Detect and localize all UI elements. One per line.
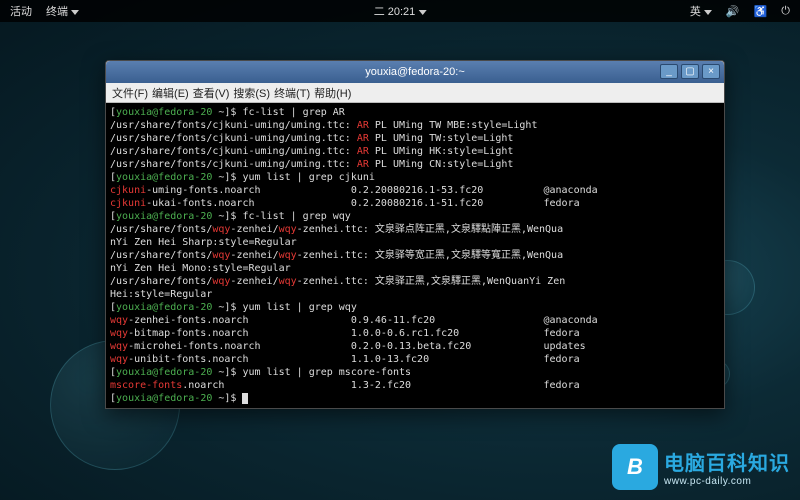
window-titlebar[interactable]: youxia@fedora-20:~ _ ▢ × [106,61,724,83]
terminal-output[interactable]: [youxia@fedora-20 ~]$ fc-list | grep AR … [106,103,724,408]
menu-file[interactable]: 文件(F) [112,85,148,101]
menu-terminal[interactable]: 终端(T) [274,85,310,101]
maximize-button[interactable]: ▢ [681,64,699,79]
window-title: youxia@fedora-20:~ [365,66,465,78]
menu-search[interactable]: 搜索(S) [233,85,270,101]
chevron-down-icon [71,10,79,15]
watermark-title: 电脑百科知识 [664,447,790,476]
watermark: B 电脑百科知识 www.pc-daily.com [612,444,790,490]
power-icon[interactable]: ⏻ [781,5,790,18]
watermark-url: www.pc-daily.com [664,476,790,487]
terminal-window: youxia@fedora-20:~ _ ▢ × 文件(F) 编辑(E) 查看(… [105,60,725,409]
minimize-button[interactable]: _ [660,64,678,79]
chevron-down-icon [418,10,426,15]
close-button[interactable]: × [702,64,720,79]
activities-button[interactable]: 活动 [10,3,32,19]
app-menu[interactable]: 终端 [46,3,79,19]
chevron-down-icon [704,10,712,15]
gnome-topbar: 活动 终端 二 20:21 英 🔊 ♿ ⏻ [0,0,800,22]
menu-view[interactable]: 查看(V) [193,85,230,101]
clock[interactable]: 二 20:21 [374,3,427,19]
accessibility-icon[interactable]: ♿ [754,5,768,18]
volume-icon[interactable]: 🔊 [726,5,740,18]
input-source-indicator[interactable]: 英 [690,3,712,19]
menu-edit[interactable]: 编辑(E) [152,85,189,101]
menubar: 文件(F) 编辑(E) 查看(V) 搜索(S) 终端(T) 帮助(H) [106,83,724,103]
watermark-icon: B [612,444,658,490]
menu-help[interactable]: 帮助(H) [314,85,351,101]
